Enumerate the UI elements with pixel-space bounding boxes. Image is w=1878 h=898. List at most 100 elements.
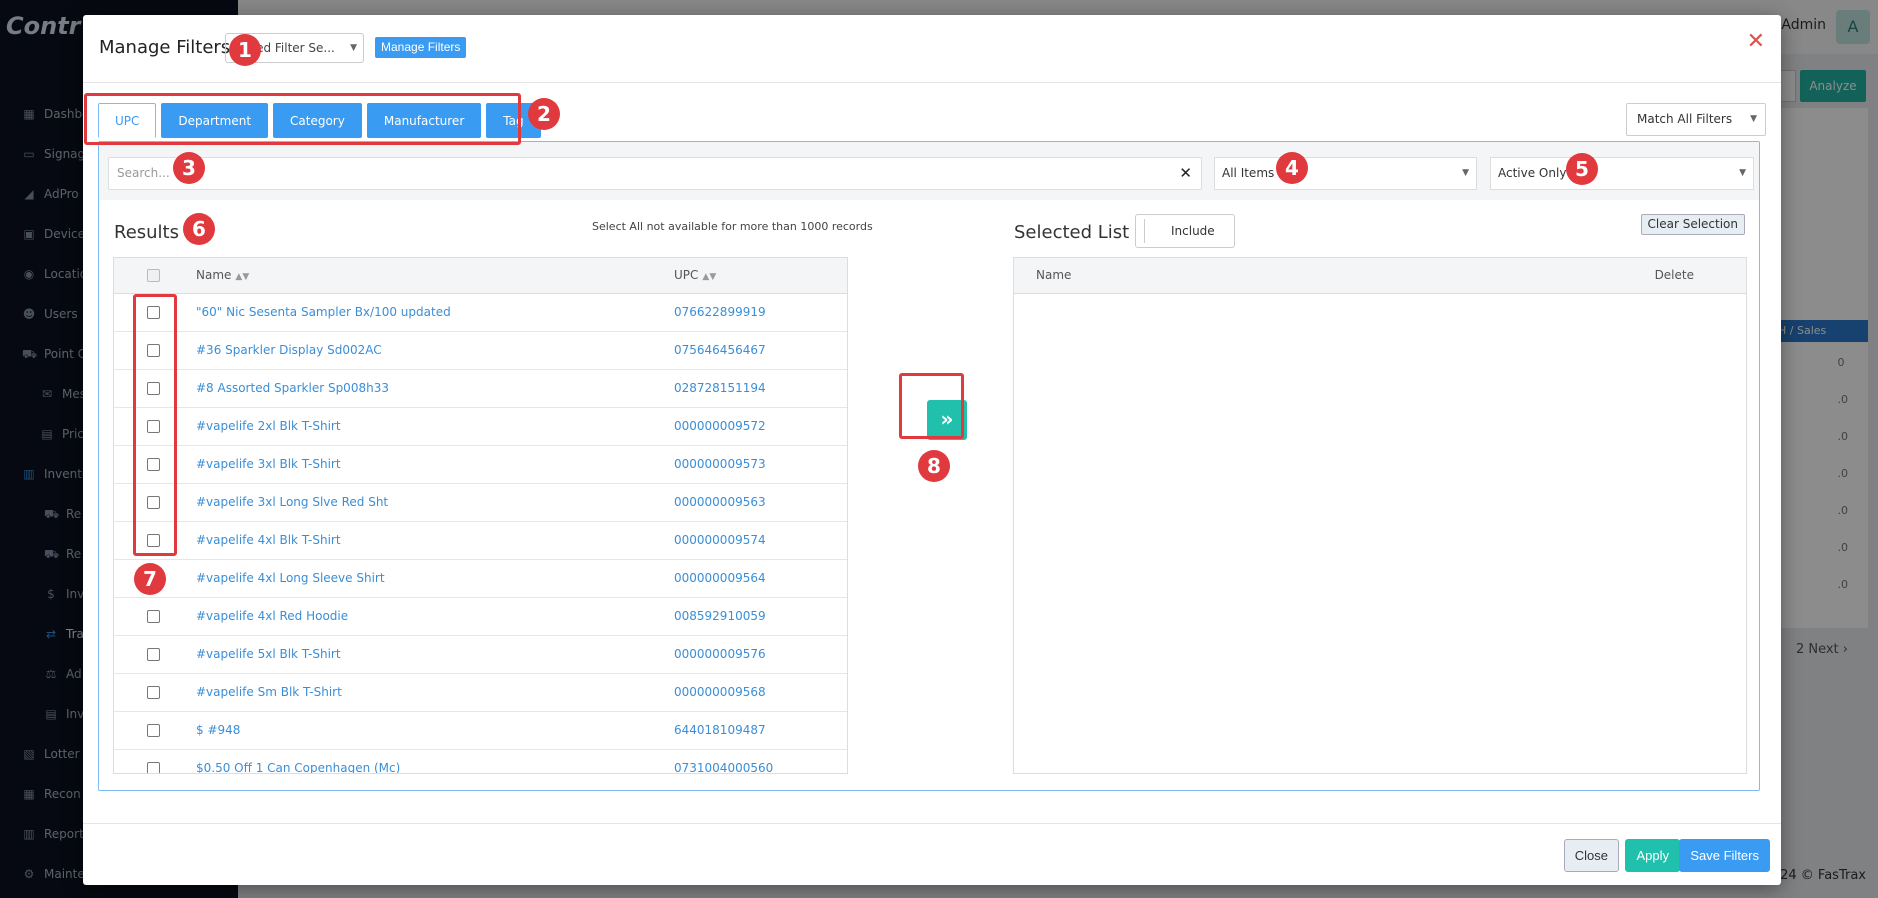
manage-filters-button[interactable]: Manage Filters	[375, 37, 467, 58]
row-name-link[interactable]: $ #948	[196, 723, 240, 737]
row-name-link[interactable]: #vapelife 5xl Blk T-Shirt	[196, 647, 341, 661]
add-selected-button[interactable]: »	[927, 400, 967, 440]
annotation-marker-6: 6	[183, 213, 215, 245]
selected-table-header: Name Delete	[1014, 258, 1746, 294]
row-name-link[interactable]: "60" Nic Sesenta Sampler Bx/100 updated	[196, 305, 451, 319]
table-row: #vapelife 5xl Blk T-Shirt 000000009576	[114, 636, 847, 674]
selected-name-header: Name	[1036, 268, 1072, 282]
table-row: #36 Sparkler Display Sd002AC 075646456467	[114, 332, 847, 370]
results-table-header: Name ▲▼ UPC ▲▼	[114, 258, 847, 294]
upc-column-header[interactable]: UPC ▲▼	[674, 268, 716, 282]
table-row: #vapelife 3xl Long Slve Red Sht 000000009…	[114, 484, 847, 522]
tab-upc[interactable]: UPC	[98, 103, 157, 138]
active-select-value: Active Only	[1498, 166, 1567, 180]
row-checkbox[interactable]	[147, 458, 160, 471]
table-row: #8 Assorted Sparkler Sp008h33 02872815119…	[114, 370, 847, 408]
row-name-link[interactable]: #vapelife 3xl Long Slve Red Sht	[196, 495, 388, 509]
apply-button[interactable]: Apply	[1625, 839, 1680, 872]
table-row: #vapelife 4xl Long Sleeve Shirt 000000009…	[114, 560, 847, 598]
row-checkbox[interactable]	[147, 648, 160, 661]
filter-tabs: UPC Department Category Manufacturer Tag	[98, 103, 541, 138]
match-filters-value: Match All Filters	[1637, 112, 1733, 126]
row-name-link[interactable]: #8 Assorted Sparkler Sp008h33	[196, 381, 389, 395]
items-select-value: All Items	[1222, 166, 1275, 180]
row-name-link[interactable]: #vapelife 2xl Blk T-Shirt	[196, 419, 341, 433]
tab-department[interactable]: Department	[161, 103, 269, 138]
selected-list-table: Name Delete	[1013, 257, 1747, 774]
row-checkbox[interactable]	[147, 686, 160, 699]
row-upc-link[interactable]: 008592910059	[674, 609, 766, 623]
row-name-link[interactable]: #vapelife 3xl Blk T-Shirt	[196, 457, 341, 471]
row-checkbox[interactable]	[147, 762, 160, 773]
row-upc-link[interactable]: 028728151194	[674, 381, 766, 395]
row-name-link[interactable]: $0.50 Off 1 Can Copenhagen (Mc)	[196, 761, 400, 773]
row-upc-link[interactable]: 000000009574	[674, 533, 766, 547]
items-select[interactable]: All Items ▼	[1214, 157, 1477, 190]
include-toggle[interactable]: Include	[1135, 214, 1235, 248]
row-upc-link[interactable]: 000000009563	[674, 495, 766, 509]
match-filters-select[interactable]: Match All Filters ▼	[1626, 103, 1766, 136]
clear-selection-button[interactable]: Clear Selection	[1640, 214, 1745, 235]
row-name-link[interactable]: #vapelife Sm Blk T-Shirt	[196, 685, 342, 699]
row-checkbox[interactable]	[147, 344, 160, 357]
row-name-link[interactable]: #vapelife 4xl Blk T-Shirt	[196, 533, 341, 547]
annotation-marker-1: 1	[229, 34, 261, 66]
row-upc-link[interactable]: 644018109487	[674, 723, 766, 737]
row-checkbox[interactable]	[147, 306, 160, 319]
row-upc-link[interactable]: 0731004000560	[674, 761, 773, 773]
results-table: Name ▲▼ UPC ▲▼ "60" Nic Sesenta Sampler Bx…	[113, 257, 848, 774]
row-upc-link[interactable]: 000000009572	[674, 419, 766, 433]
save-filters-button[interactable]: Save Filters	[1679, 839, 1770, 872]
row-upc-link[interactable]: 075646456467	[674, 343, 766, 357]
selected-list-title: Selected List	[1014, 222, 1130, 243]
table-row: $0.50 Off 1 Can Copenhagen (Mc) 073100400…	[114, 750, 847, 773]
chevron-down-icon: ▼	[1750, 114, 1757, 124]
row-upc-link[interactable]: 000000009568	[674, 685, 766, 699]
row-name-link[interactable]: #36 Sparkler Display Sd002AC	[196, 343, 382, 357]
annotation-marker-2: 2	[528, 98, 560, 130]
annotation-marker-7: 7	[134, 563, 166, 595]
row-upc-link[interactable]: 000000009573	[674, 457, 766, 471]
tab-manufacturer[interactable]: Manufacturer	[366, 103, 482, 138]
row-checkbox[interactable]	[147, 724, 160, 737]
row-upc-link[interactable]: 000000009576	[674, 647, 766, 661]
search-input[interactable]: Search... ✕	[108, 157, 1202, 190]
selected-delete-header: Delete	[1654, 268, 1694, 282]
table-row: #vapelife 3xl Blk T-Shirt 000000009573	[114, 446, 847, 484]
results-note: Select All not available for more than 1…	[592, 220, 873, 233]
search-placeholder: Search...	[117, 166, 170, 180]
row-checkbox[interactable]	[147, 496, 160, 509]
row-name-link[interactable]: #vapelife 4xl Long Sleeve Shirt	[196, 571, 385, 585]
filter-toolbar: Search... ✕ All Items ▼ Active Only ▼	[99, 142, 1759, 200]
select-all-checkbox[interactable]	[147, 269, 160, 282]
chevron-down-icon: ▼	[1739, 168, 1746, 178]
table-row: #vapelife 4xl Blk T-Shirt 000000009574	[114, 522, 847, 560]
sort-icon: ▲▼	[235, 272, 250, 282]
close-icon[interactable]: ✕	[1747, 29, 1765, 54]
close-button[interactable]: Close	[1563, 839, 1619, 872]
name-column-header[interactable]: Name ▲▼	[196, 268, 249, 282]
row-checkbox[interactable]	[147, 534, 160, 547]
clear-search-icon[interactable]: ✕	[1179, 158, 1192, 189]
table-row: "60" Nic Sesenta Sampler Bx/100 updated 0…	[114, 294, 847, 332]
results-title: Results	[114, 222, 179, 243]
annotation-marker-3: 3	[173, 152, 205, 184]
table-row: #vapelife 2xl Blk T-Shirt 000000009572	[114, 408, 847, 446]
row-name-link[interactable]: #vapelife 4xl Red Hoodie	[196, 609, 348, 623]
row-checkbox[interactable]	[147, 610, 160, 623]
modal-title: Manage Filters	[99, 37, 231, 58]
row-checkbox[interactable]	[147, 420, 160, 433]
modal-footer: Close Apply Save Filters	[83, 823, 1781, 885]
annotation-marker-8: 8	[918, 450, 950, 482]
table-row: #vapelife 4xl Red Hoodie 008592910059	[114, 598, 847, 636]
active-status-select[interactable]: Active Only ▼	[1490, 157, 1754, 190]
sort-icon: ▲▼	[702, 272, 717, 282]
row-upc-link[interactable]: 076622899919	[674, 305, 766, 319]
toggle-switch[interactable]	[1144, 219, 1145, 243]
tab-category[interactable]: Category	[273, 103, 362, 138]
row-upc-link[interactable]: 000000009564	[674, 571, 766, 585]
chevron-down-icon: ▼	[1462, 168, 1469, 178]
row-checkbox[interactable]	[147, 382, 160, 395]
chevron-down-icon: ▼	[350, 43, 357, 53]
results-table-body: "60" Nic Sesenta Sampler Bx/100 updated 0…	[114, 294, 847, 773]
